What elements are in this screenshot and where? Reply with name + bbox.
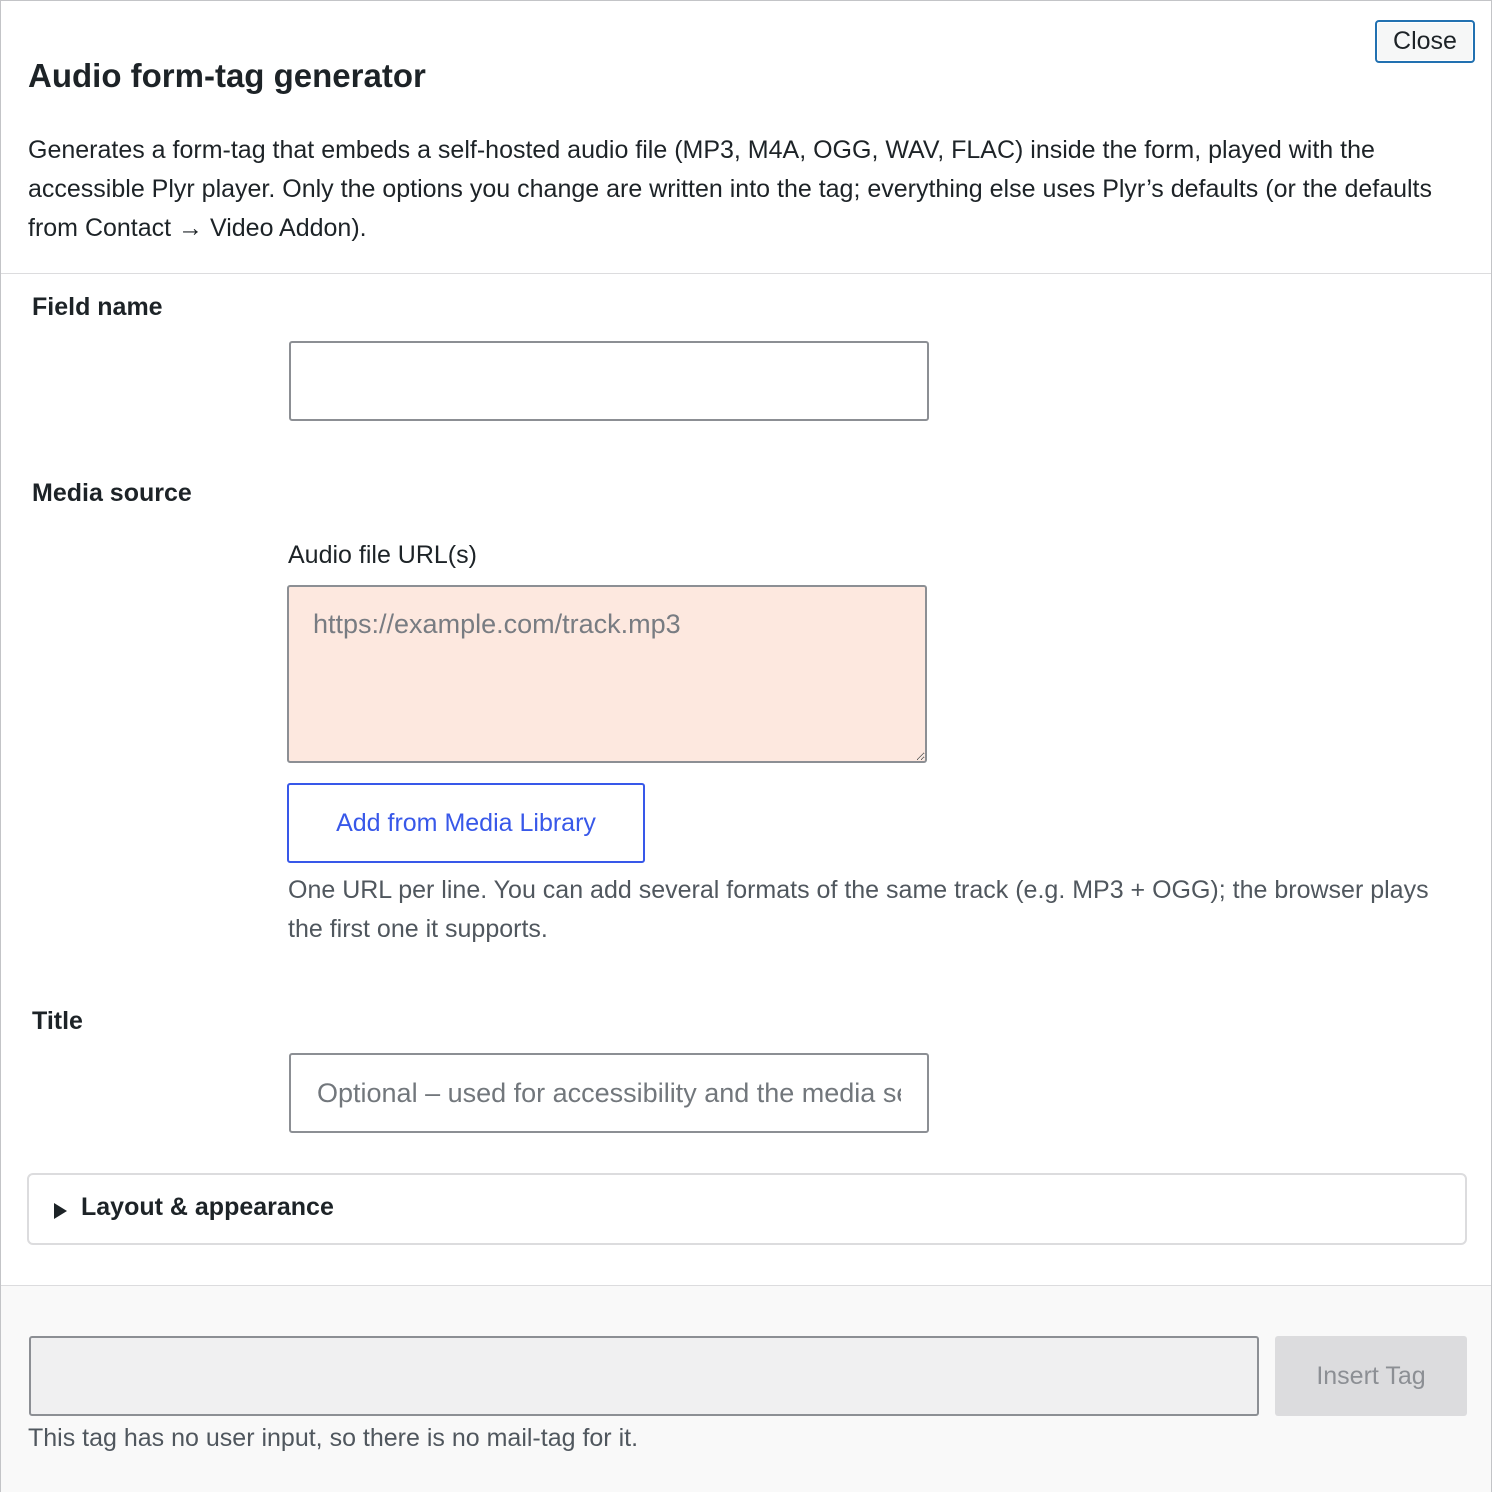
add-from-media-library-button[interactable]: Add from Media Library — [287, 783, 645, 863]
insert-tag-button[interactable]: Insert Tag — [1275, 1336, 1467, 1416]
close-button[interactable]: Close — [1375, 20, 1475, 63]
layout-appearance-toggle[interactable]: Layout & appearance — [27, 1173, 1467, 1245]
field-name-label: Field name — [32, 293, 163, 321]
dialog-footer: Insert Tag This tag has no user input, s… — [1, 1285, 1491, 1492]
audio-url-label: Audio file URL(s) — [288, 541, 477, 569]
generated-tag-field[interactable] — [29, 1336, 1259, 1416]
layout-appearance-label: Layout & appearance — [81, 1193, 334, 1221]
title-label: Title — [32, 1007, 83, 1035]
mail-tag-note: This tag has no user input, so there is … — [28, 1424, 639, 1452]
media-source-label: Media source — [32, 479, 192, 507]
dialog-description: Generates a form-tag that embeds a self-… — [28, 136, 1433, 242]
audio-url-textarea[interactable] — [287, 585, 927, 763]
field-name-input[interactable] — [289, 341, 929, 421]
header-divider — [1, 273, 1491, 274]
title-input[interactable] — [289, 1053, 929, 1133]
dialog-title: Audio form-tag generator — [28, 57, 426, 94]
audio-url-help-text: One URL per line. You can add several fo… — [288, 876, 1429, 943]
tag-generator-dialog: Close Audio form-tag generator Generates… — [0, 0, 1492, 1492]
disclosure-triangle-right-icon — [54, 1203, 67, 1219]
